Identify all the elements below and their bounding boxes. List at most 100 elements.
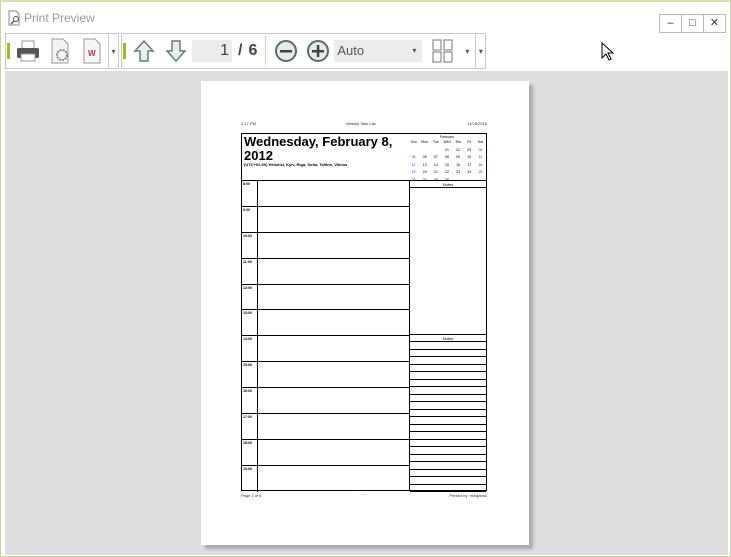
calendar-day: 14 (433, 162, 438, 167)
note-line (410, 387, 486, 395)
group-overflow-button[interactable]: ▾ (108, 34, 118, 68)
multi-page-button[interactable] (428, 36, 458, 66)
calendar-day: 11 (478, 155, 483, 159)
time-label: 12:00 (242, 284, 258, 310)
calendar-day: 21 (433, 170, 438, 174)
calendar-day: 04 (478, 147, 483, 152)
time-slot[interactable]: 17:00 (242, 414, 409, 440)
multiple-pages-icon (432, 39, 453, 63)
time-label: 9:00 (242, 206, 258, 232)
calendar-day: 07 (433, 155, 438, 159)
calendar-day: 15 (445, 162, 449, 167)
zoom-select[interactable]: Auto ▾ (334, 40, 423, 62)
page-total: 6 (248, 42, 258, 59)
toolbar-group-navigation: 1 / 6 Auto ▾ ▾ ▾ (121, 33, 487, 69)
note-line (410, 372, 486, 380)
timezone: (UTC+02:00) Helsinki, Kyiv, Riga, Sofia,… (244, 162, 348, 167)
calendar-day (430, 147, 441, 155)
note-line (410, 455, 486, 462)
window-title-text: Print Preview (24, 11, 95, 25)
calendar-day: 10 (467, 155, 472, 159)
time-slot[interactable]: 18:00 (242, 439, 409, 466)
calendar-day: 24 (467, 170, 472, 174)
current-page-input[interactable]: 1 (192, 40, 232, 62)
time-slot[interactable]: 8:00 (242, 181, 409, 207)
print-preview-window: Print Preview – □ ✕ W ▾ 1 / 6 Auto ▾ ▾ ▾ (0, 0, 731, 557)
zoom-in-button[interactable] (303, 36, 333, 66)
calendar-day: 08 (445, 155, 449, 159)
close-button[interactable]: ✕ (703, 14, 726, 33)
preview-area: 2:17 PM Weekly Task List 11/28/2016 Wedn… (5, 71, 728, 555)
mini-calendar: February Sun Mon Tue Wed Thu Fri Sat 01 02 03 04 0… (408, 135, 486, 184)
time-slot[interactable]: 13:00 (242, 310, 409, 337)
header-title: Weekly Task List (346, 121, 376, 126)
mouse-cursor-icon (601, 42, 615, 61)
export-word-button[interactable]: W (77, 36, 107, 66)
header-date: 11/28/2016 (467, 121, 487, 126)
time-slot[interactable]: 12:00 (242, 284, 409, 311)
calendar-day: 23 (456, 170, 461, 174)
note-line (410, 462, 486, 470)
svg-text:W: W (88, 49, 96, 58)
arrow-up-icon (133, 39, 155, 62)
note-line (410, 395, 486, 402)
time-slot[interactable]: 10:00 (242, 232, 409, 259)
calendar-day: 16 (456, 162, 461, 167)
note-line (410, 365, 486, 372)
page-setup-button[interactable] (45, 36, 75, 66)
calendar-day: 13 (422, 162, 427, 167)
calendar-day: 09 (456, 155, 461, 159)
note-line (410, 485, 486, 492)
printer-icon (17, 40, 39, 62)
page-settings-icon (51, 38, 69, 64)
time-label: 10:00 (242, 232, 258, 258)
note-line (410, 350, 486, 357)
preview-page: 2:17 PM Weekly Task List 11/28/2016 Wedn… (201, 81, 529, 545)
calendar-day: 05 (411, 155, 416, 159)
multi-page-dropdown[interactable]: ▾ (465, 47, 469, 56)
time-label: 19:00 (242, 465, 258, 492)
toolbar: W ▾ 1 / 6 Auto ▾ ▾ ▾ (5, 33, 487, 69)
notes-header-2: Notes (410, 335, 486, 342)
calendar-weekday: Sat (477, 140, 484, 144)
time-slot[interactable]: 11:00 (242, 258, 409, 285)
time-slot[interactable]: 9:00 (242, 206, 409, 233)
calendar-day: 02 (456, 147, 461, 152)
note-line (410, 417, 486, 425)
calendar-day (419, 147, 430, 155)
note-line (410, 342, 486, 350)
word-document-icon: W (83, 38, 101, 64)
time-slot[interactable]: 16:00 (242, 388, 409, 415)
notes-header: Notes (410, 181, 486, 188)
footer-page: Page 1 of 6 (241, 493, 262, 498)
calendar-weekday: Mon (421, 140, 429, 144)
day-view: Wednesday, February 8, 2012 (UTC+02:00) … (241, 133, 487, 492)
print-button[interactable] (13, 36, 43, 66)
calendar-weekday: Wed (443, 140, 451, 144)
minimize-button[interactable]: – (659, 14, 682, 33)
print-preview-icon (8, 10, 20, 26)
note-line (410, 440, 486, 447)
calendar-weekday: Sun (410, 140, 417, 144)
zoom-value: Auto (337, 43, 365, 58)
previous-page-button[interactable] (129, 36, 159, 66)
time-slot[interactable]: 14:00 (242, 336, 409, 363)
calendar-day: 20 (422, 170, 427, 174)
footer-printed-by: Printed by: medjanus (449, 493, 487, 498)
group-overflow-button-2[interactable]: ▾ (475, 34, 485, 68)
note-line (410, 447, 486, 455)
next-page-button[interactable] (161, 36, 191, 66)
toolbar-group-print: W ▾ (5, 33, 119, 69)
maximize-button[interactable]: □ (681, 14, 704, 33)
note-line (410, 410, 486, 417)
zoom-out-button[interactable] (271, 36, 301, 66)
time-slot[interactable]: 15:00 (242, 362, 409, 389)
time-slot[interactable]: 19:00 (242, 465, 409, 492)
note-line (410, 357, 486, 365)
chevron-down-icon: ▾ (412, 46, 417, 55)
header-time: 2:17 PM (241, 121, 256, 126)
time-label: 11:00 (242, 258, 258, 284)
time-label: 18:00 (242, 439, 258, 465)
calendar-weekday: Fri (467, 140, 472, 144)
note-line (410, 380, 486, 387)
